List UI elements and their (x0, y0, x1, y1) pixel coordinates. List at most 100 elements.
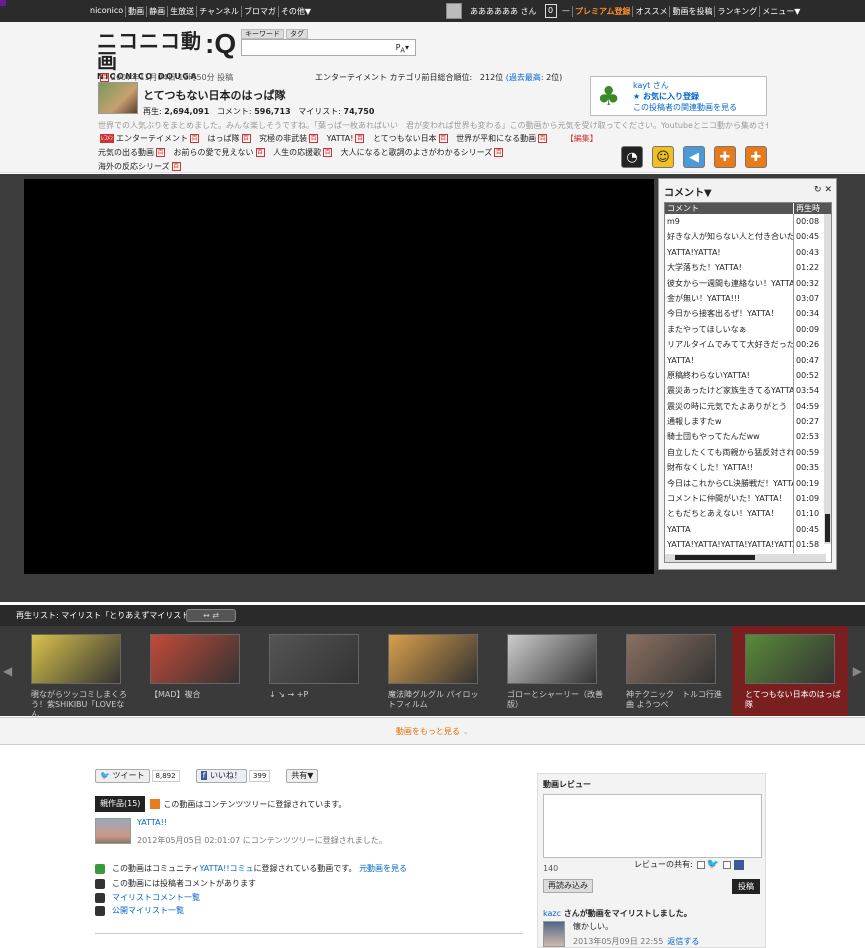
close-icon[interactable]: ✕ (824, 185, 832, 195)
tag-item[interactable]: 海外の反応シリーズ百 (98, 162, 183, 171)
tab-keyword[interactable]: キーワード (241, 29, 284, 39)
comment-hscrollbar[interactable] (665, 554, 826, 562)
nav-live[interactable]: 生放送 (168, 6, 198, 17)
activity-user-link[interactable]: kazc (543, 909, 561, 918)
comment-row[interactable]: YATTA!YATTA! 00:43 (665, 244, 831, 261)
comment-row[interactable]: 今日はこれからCL決勝戦だ！YATTA 00:19 (665, 475, 831, 492)
ranking-link[interactable]: ランキング (715, 6, 761, 17)
col-comment[interactable]: コメント (665, 203, 794, 214)
parent-work-thumb[interactable] (95, 818, 131, 844)
comment-row[interactable]: 通報しますたw 00:27 (665, 414, 831, 430)
uploader-related-link[interactable]: この投稿者の関連動画を見る (633, 102, 737, 113)
comment-row[interactable]: またやってほしいなぁ 00:09 (665, 321, 831, 338)
tab-tag[interactable]: タグ (286, 29, 308, 39)
tag-edit-link[interactable]: 【編集】 (566, 134, 598, 143)
tag-item[interactable]: ﾚｺﾒﾝ エンターテイメント百 (98, 134, 201, 143)
premium-link[interactable]: プレミアム登録 (573, 6, 634, 17)
comment-row[interactable]: 原稿終わらないYATTA! 00:52 (665, 367, 831, 384)
tag-item[interactable]: 元気の出る動画百 (98, 148, 167, 157)
comment-row[interactable]: 今日から接客出るぜ！YATTA！ 00:34 (665, 306, 831, 322)
tweet-button[interactable]: 🐦 ツイート (95, 769, 150, 783)
search-options-icon[interactable]: PA▾ (396, 43, 409, 55)
share-dropdown[interactable]: 共有▼ (286, 769, 319, 783)
site-logo[interactable]: ニコニコ動画 NICONICO DOUGA :Q (97, 28, 236, 81)
playlist-controls[interactable]: ↔ ⇄ (186, 609, 236, 622)
tag-item[interactable]: とてつもない日本百 (373, 134, 450, 143)
nav-niconico[interactable]: niconico (88, 6, 127, 17)
favorite-button[interactable]: ★ お気に入り登録 (633, 91, 699, 102)
tag-item[interactable]: お前らの愛で見えない百 (174, 148, 267, 157)
avatar[interactable] (543, 921, 565, 947)
share-twitter-checkbox[interactable] (696, 860, 705, 869)
nav-channel[interactable]: チャンネル (197, 6, 242, 17)
comment-row[interactable]: 大学落ちた！YATTA! 01:22 (665, 260, 831, 276)
tag-item[interactable]: はっぱ隊百 (208, 134, 253, 143)
comment-row[interactable]: 彼女から一週間も連絡ない！YATTA! 00:32 (665, 275, 831, 291)
comment-row[interactable]: ともだちとあえない！YATTA！ 01:10 (665, 506, 831, 522)
comment-row[interactable]: YATTA 00:45 (665, 521, 831, 538)
tag-item[interactable]: YATTA! 百 (327, 134, 367, 143)
rank-history-link[interactable]: (過去最高: (506, 73, 544, 82)
refresh-icon[interactable]: ↻ (814, 185, 822, 195)
recommend-link[interactable]: オススメ (633, 6, 671, 17)
user-box[interactable]: ああああああ さん 0 (446, 3, 557, 19)
more-videos-button[interactable]: 動画をもっと見る ⌄ (0, 717, 865, 745)
parent-work-title[interactable]: YATTA!! (137, 818, 387, 827)
playlist-item[interactable]: 神テクニック トルコ行進曲 ようつべ (626, 634, 722, 710)
user-avatar[interactable] (446, 3, 462, 19)
reload-button[interactable]: 再読み込み (543, 879, 593, 893)
tag-item[interactable]: 人生の応援歌百 (273, 148, 334, 157)
comment-row[interactable]: m9 00:08 (665, 214, 831, 230)
playlist-item[interactable]: ゴローとシャーリー（改善版） (507, 634, 603, 710)
public-mylist-link[interactable]: 公開マイリスト一覧 (112, 905, 184, 916)
comment-row[interactable]: YATTA！ 00:47 (665, 352, 831, 368)
mylist-comments-link[interactable]: マイリストコメント一覧 (112, 892, 200, 903)
like-button[interactable]: f いいね！ (195, 769, 247, 783)
comment-row[interactable]: 震災あったけど家族生きてるYATTA 03:54 (665, 383, 831, 399)
uploader-name[interactable]: kayt さん (633, 80, 669, 91)
post-button[interactable]: 投稿 (732, 879, 760, 894)
comment-vscrollbar[interactable] (824, 214, 831, 544)
nav-seiga[interactable]: 静画 (147, 6, 169, 17)
playlist-item[interactable]: 魔法陣グルグル パイロットフィルム (388, 634, 480, 710)
chevron-right-icon[interactable]: ▶ (853, 664, 862, 678)
video-player[interactable] (24, 179, 654, 574)
speed-icon[interactable]: ◔ (621, 146, 643, 168)
comment-row[interactable]: 好きな人が知らない人と付き合いだした00:45 (665, 229, 831, 245)
share-facebook-checkbox[interactable] (723, 860, 732, 869)
notification-badge[interactable]: 0 (544, 4, 557, 18)
playlist-item[interactable]: 覗ながらツッコミしまくろう！紫SHIKIBU「LOVEなん (31, 634, 127, 720)
share-icon[interactable]: ◀ (683, 146, 705, 168)
playlist-item[interactable]: 【MAD】複合 (150, 634, 242, 700)
nav-video[interactable]: 動画 (126, 6, 148, 17)
nav-blomaga[interactable]: ブロマガ (242, 6, 279, 17)
community-link[interactable]: YATTA!!コミュ (200, 863, 254, 874)
playlist-item-current[interactable]: とてつもない日本のはっぱ隊 (732, 626, 848, 716)
username[interactable]: ああああああ さん (470, 6, 537, 17)
chevron-left-icon[interactable]: ◀ (3, 664, 12, 678)
playlist-item[interactable]: ↓ ↘ → +P (269, 634, 361, 700)
nicoru-icon[interactable]: ☺ (652, 146, 674, 168)
comment-row[interactable]: YATTA!YATTA!YATTA!YATTA!YATTA! 01:58 (665, 537, 831, 553)
parent-works-tab[interactable]: 親作品(15) (95, 796, 146, 812)
review-input[interactable] (543, 794, 762, 858)
add-quick-mylist-icon[interactable]: ✚ (745, 146, 767, 168)
comment-row[interactable]: コメントに仲間がいた！YATTA！ 01:09 (665, 491, 831, 507)
reply-link[interactable]: 返信する (667, 937, 699, 946)
search-input[interactable]: PA▾ (241, 39, 416, 56)
upload-link[interactable]: 動画を投稿 (670, 6, 716, 17)
comment-row[interactable]: 自立したくても両親から猛反対されるYATTA00:59 (665, 444, 831, 461)
comment-row[interactable]: 財布なくした！YATTA!! 00:35 (665, 460, 831, 476)
original-video-link[interactable]: 元動画を見る (359, 863, 407, 874)
comment-row[interactable]: 震災の時に元気でたよありがとう 04:59 (665, 398, 831, 415)
comment-panel-title[interactable]: コメント▼ (664, 184, 712, 199)
tag-item[interactable]: 大人になると歌詞のよさがわかるシリーズ百 (341, 148, 506, 157)
tag-item[interactable]: 世界が平和になる動画百 (456, 134, 549, 143)
comment-row[interactable]: リアルタイムでみてて大好きだった 00:26 (665, 337, 831, 353)
col-time[interactable]: 再生時 (794, 203, 824, 214)
comment-row[interactable]: 騎士団もやってたんだww 02:53 (665, 429, 831, 445)
menu-link[interactable]: メニュー▼ (760, 6, 802, 17)
tag-item[interactable]: 究極の非武装百 (259, 134, 320, 143)
comment-row[interactable]: 金が無い！YATTA!!! 03:07 (665, 290, 831, 307)
add-mylist-icon[interactable]: ✚ (714, 146, 736, 168)
